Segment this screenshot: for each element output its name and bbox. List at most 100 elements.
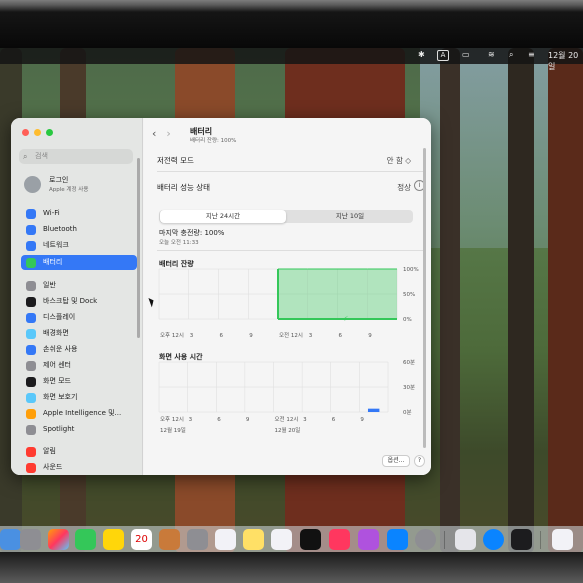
sound-icon (26, 463, 36, 473)
freeform-icon[interactable] (271, 529, 292, 550)
screenshot-icon[interactable] (187, 529, 208, 550)
activity-monitor-icon[interactable] (511, 529, 532, 550)
notes-icon[interactable] (103, 529, 124, 550)
sidebar-item-desktop-dock[interactable]: 바스크탑 및 Dock (21, 294, 137, 309)
accessibility-icon (26, 345, 36, 355)
y-tick-label: 0분 (403, 409, 412, 416)
sidebar-item-notifications[interactable]: 알림 (21, 444, 137, 459)
x-tick-label: 3 (303, 417, 307, 423)
finder-icon[interactable] (0, 529, 21, 550)
avatar (24, 176, 41, 193)
sidebar-item-screensaver[interactable]: 화면 보호기 (21, 390, 137, 405)
reminders-icon[interactable] (215, 529, 236, 550)
y-tick-label: 60분 (403, 359, 415, 366)
wifi-status-icon[interactable]: ≋ (488, 50, 495, 59)
photos-icon[interactable] (48, 529, 69, 550)
battery-level-bar (337, 269, 368, 319)
screen: ✱ ▭ ≋ ⌕ ≡ 12월 20일 A ⌕ 검색 로그인 Apple 계정 사용… (0, 0, 583, 583)
input-source-indicator[interactable]: A (437, 50, 449, 61)
sidebar-item-wifi[interactable]: Wi-Fi (21, 206, 137, 221)
spotlight-icon (26, 425, 36, 435)
sidebar-item-battery[interactable]: 배터리 (21, 255, 137, 270)
settings-window: ⌕ 검색 로그인 Apple 계정 사용 Wi-Fi Bluetooth 네트워… (11, 118, 431, 475)
facetime-icon[interactable] (75, 529, 96, 550)
x-tick-label: 6 (339, 333, 343, 339)
wifi-icon (26, 209, 36, 219)
music-icon[interactable] (329, 529, 350, 550)
menu-clock[interactable]: 12월 20일 (548, 50, 583, 72)
minimize-button[interactable] (34, 129, 41, 136)
x-tick-label: 오후 12시 (160, 416, 184, 423)
x-tick-label: 오전 12시 (275, 415, 299, 423)
x-tick-label: 9 (246, 417, 250, 423)
x-date-label: 12월 20일 (275, 426, 301, 434)
bluetooth-dock-icon[interactable] (483, 529, 504, 550)
appearance-icon (26, 377, 36, 387)
options-button[interactable]: 옵션... (382, 455, 410, 467)
sidebar-item-network[interactable]: 네트워크 (21, 238, 137, 253)
sidebar-scrollbar[interactable] (137, 158, 140, 338)
search-input[interactable]: ⌕ 검색 (19, 149, 133, 164)
appstore-icon[interactable] (387, 529, 408, 550)
close-button[interactable] (22, 129, 29, 136)
sidebar-item-wallpaper[interactable]: 배경화면 (21, 326, 137, 341)
stickies-icon[interactable] (243, 529, 264, 550)
settings-icon[interactable] (415, 529, 436, 550)
sidebar-item-accessibility[interactable]: 손쉬운 사용 (21, 342, 137, 357)
y-tick-label: 100% (403, 267, 419, 273)
account-item[interactable]: 로그인 Apple 계정 사용 (21, 174, 139, 200)
x-tick-label: 오전 12시 (279, 331, 303, 339)
search-placeholder: 검색 (35, 152, 48, 160)
battery-level-bar (367, 269, 397, 319)
calendar-icon[interactable]: 20 (131, 529, 152, 550)
screen-time-bar (367, 408, 380, 412)
x-tick-label: 9 (360, 417, 364, 423)
sidebar-item-general[interactable]: 일반 (21, 278, 137, 293)
search-status-icon[interactable]: ⌕ (509, 50, 513, 60)
x-tick-label: 3 (189, 417, 193, 423)
sidebar-item-sound[interactable]: 사운드 (21, 460, 137, 475)
sidebar-item-display[interactable]: 디스플레이 (21, 310, 137, 325)
y-tick-label: 50% (403, 292, 415, 298)
search-icon: ⌕ (23, 152, 28, 161)
wallpaper-icon (26, 329, 36, 339)
battery-icon (26, 258, 36, 268)
archive-icon[interactable] (159, 529, 180, 550)
menu-bar: ✱ ▭ ≋ ⌕ ≡ 12월 20일 (0, 48, 583, 71)
launchpad-icon[interactable] (20, 529, 41, 550)
battery-status-icon[interactable]: ▭ (462, 50, 470, 59)
x-tick-label: 3 (309, 333, 313, 339)
zoom-button[interactable] (46, 129, 53, 136)
appletv-icon[interactable] (300, 529, 321, 550)
apple-intelligence-icon (26, 409, 36, 419)
charts-canvas: 100%50%0%오후 12시 3 6 9 오전 12시 3 6 9⚡60분30분0분오후 1… (158, 267, 419, 434)
pane-scrollbar[interactable] (423, 148, 426, 448)
control-center-icon (26, 361, 36, 371)
bluetooth-icon (26, 225, 36, 235)
dock-divider (444, 531, 445, 549)
bluetooth-status-icon[interactable]: ✱ (418, 50, 425, 59)
sidebar-item-control-center[interactable]: 제어 센터 (21, 358, 137, 373)
help-button[interactable]: ? (414, 455, 425, 467)
sidebar-item-apple-intelligence[interactable]: Apple Intelligence 및... (21, 406, 137, 421)
sidebar-item-bluetooth[interactable]: Bluetooth (21, 222, 137, 237)
x-tick-label: 오후 12시 (160, 332, 184, 339)
sidebar-item-appearance[interactable]: 화면 모드 (21, 374, 137, 389)
battery-level-bar (307, 269, 338, 319)
x-tick-label: 6 (332, 417, 336, 423)
bezel-bottom (0, 552, 583, 583)
preview-icon[interactable] (455, 529, 476, 550)
sidebar-item-spotlight[interactable]: Spotlight (21, 422, 137, 437)
control-center-status-icon[interactable]: ≡ (528, 50, 535, 59)
notifications-icon (26, 447, 36, 457)
account-subtitle: Apple 계정 사용 (49, 187, 89, 193)
x-tick-label: 6 (220, 333, 224, 339)
battery-pane: ‹ › 배터리 배터리 잔량: 100% 저전력 모드 안 함 ◇ 배터리 성능 … (144, 118, 431, 475)
podcasts-icon[interactable] (358, 529, 379, 550)
x-tick-label: 9 (368, 333, 372, 339)
globe-icon (26, 241, 36, 251)
charging-bolt-icon: ⚡ (343, 315, 348, 323)
account-name: 로그인 (49, 176, 69, 184)
document-icon[interactable] (552, 529, 573, 550)
sidebar: ⌕ 검색 로그인 Apple 계정 사용 Wi-Fi Bluetooth 네트워… (11, 118, 143, 475)
